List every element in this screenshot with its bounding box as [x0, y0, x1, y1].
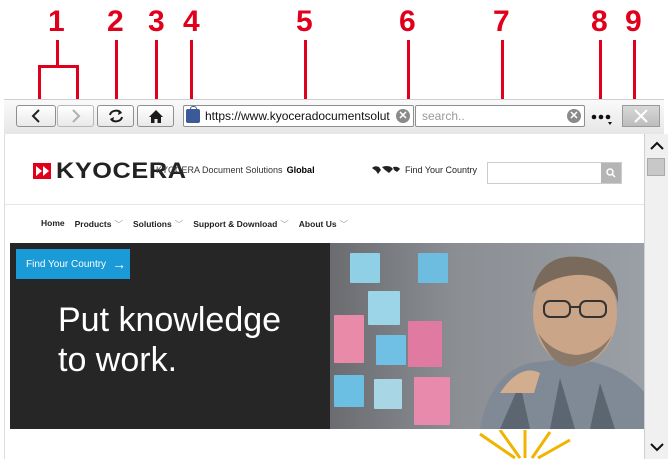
nav-item-support[interactable]: Support & Download ﹀ — [193, 218, 289, 230]
leader-line-1-right — [76, 65, 79, 101]
scroll-up-button[interactable] — [646, 136, 667, 156]
forward-button[interactable] — [57, 105, 94, 127]
hero-photo — [330, 243, 645, 429]
leader-line-1-bar — [38, 65, 79, 68]
lock-icon — [186, 106, 200, 123]
callout-1: 1 — [48, 5, 65, 38]
search-icon — [606, 168, 616, 178]
hero-cta-label: Find Your Country — [26, 258, 107, 270]
tagline-text: KYOCERA Document Solutions — [156, 165, 283, 175]
refresh-button[interactable] — [97, 105, 134, 127]
sticky-note — [408, 321, 442, 367]
tagline-region: Global — [286, 165, 315, 175]
close-icon — [634, 109, 648, 123]
callout-3: 3 — [148, 5, 165, 38]
leader-line-1-left — [38, 65, 41, 101]
leader-line-1 — [56, 40, 59, 66]
nav-item-home[interactable]: Home — [41, 218, 65, 230]
hero-find-country-button[interactable]: Find Your Country → — [16, 249, 130, 279]
nav-divider — [5, 204, 645, 205]
leader-line-7 — [501, 40, 504, 107]
callout-6: 6 — [399, 5, 416, 38]
home-icon — [148, 109, 163, 123]
leader-line-3 — [155, 40, 158, 101]
sticky-note — [368, 291, 400, 325]
search-input[interactable] — [422, 108, 557, 124]
nav-label: About Us — [298, 219, 337, 229]
chevron-right-icon — [71, 109, 80, 123]
leader-line-5 — [304, 40, 307, 107]
sticky-note — [418, 253, 448, 283]
nav-item-about[interactable]: About Us ﹀ — [299, 218, 348, 230]
sticky-note — [414, 377, 450, 425]
chevron-left-icon — [31, 109, 40, 123]
url-text[interactable]: https://www.kyoceradocumentsolut — [205, 109, 390, 123]
refresh-icon — [108, 109, 123, 123]
address-bar[interactable]: https://www.kyoceradocumentsolut ✕ — [183, 105, 414, 127]
clear-search-icon[interactable]: ✕ — [567, 109, 581, 123]
nav-item-products[interactable]: Products ﹀ — [75, 218, 123, 230]
leader-line-4 — [190, 40, 193, 107]
world-map-icon — [372, 166, 400, 174]
chevron-down-icon: ﹀ — [174, 219, 184, 229]
leader-line-8 — [599, 40, 602, 106]
kyocera-logo[interactable]: KYOCERA — [33, 158, 186, 184]
hero-banner: Find Your Country → Put knowledge to wor… — [10, 243, 645, 429]
site-nav: Home Products ﹀ Solutions ﹀ Support & Down… — [41, 218, 348, 230]
sticky-note — [376, 335, 406, 365]
sticky-note — [334, 315, 364, 363]
back-button[interactable] — [16, 105, 56, 127]
sticky-note — [350, 253, 380, 283]
hero-line-2: to work. — [58, 341, 178, 379]
scroll-down-button[interactable] — [646, 437, 667, 457]
callout-4: 4 — [183, 5, 200, 38]
nav-item-solutions[interactable]: Solutions ﹀ — [133, 218, 183, 230]
browser-toolbar: https://www.kyoceradocumentsolut ✕ ✕ — [4, 99, 664, 135]
search-field[interactable]: ✕ — [415, 105, 585, 127]
decorative-rays-icon — [479, 430, 571, 459]
nav-label: Solutions — [132, 219, 172, 229]
chevron-down-icon: ﹀ — [280, 219, 289, 229]
site-search-field[interactable] — [487, 162, 622, 184]
web-page-view[interactable]: KYOCERA KYOCERA Document Solutions Global… — [4, 134, 645, 459]
find-country-link[interactable]: Find Your Country — [371, 165, 477, 175]
person-illustration — [480, 256, 645, 429]
scroll-thumb[interactable] — [647, 158, 665, 176]
kyocera-logo-mark-icon — [33, 163, 51, 179]
tagline: KYOCERA Document Solutions Global — [156, 165, 315, 175]
nav-label: Support & Download — [193, 219, 278, 229]
sticky-note — [334, 375, 364, 407]
hero-headline: Put knowledge to work. — [58, 300, 281, 380]
leader-line-9 — [633, 40, 636, 104]
close-button[interactable] — [622, 105, 660, 127]
callout-7: 7 — [493, 5, 510, 38]
arrow-right-icon: → — [112, 256, 127, 272]
chevron-up-icon — [649, 141, 664, 150]
chevron-down-icon: ﹀ — [114, 219, 123, 229]
site-search-button[interactable] — [601, 163, 621, 183]
home-button[interactable] — [137, 105, 174, 127]
callout-8: 8 — [591, 5, 608, 38]
chevron-down-icon: ﹀ — [339, 219, 349, 229]
nav-label: Home — [41, 218, 65, 228]
find-country-text: Find Your Country — [405, 165, 478, 175]
leader-line-2 — [115, 40, 118, 101]
vertical-scrollbar[interactable] — [644, 134, 668, 459]
more-menu-button[interactable] — [590, 106, 614, 128]
callout-2: 2 — [107, 5, 124, 38]
sticky-note — [374, 379, 402, 409]
chevron-down-icon — [649, 443, 664, 452]
hero-line-1: Put knowledge — [58, 301, 282, 339]
clear-url-icon[interactable]: ✕ — [396, 109, 410, 123]
callout-5: 5 — [296, 5, 313, 38]
more-icon — [591, 114, 612, 125]
callout-9: 9 — [625, 5, 642, 38]
nav-label: Products — [74, 219, 112, 229]
